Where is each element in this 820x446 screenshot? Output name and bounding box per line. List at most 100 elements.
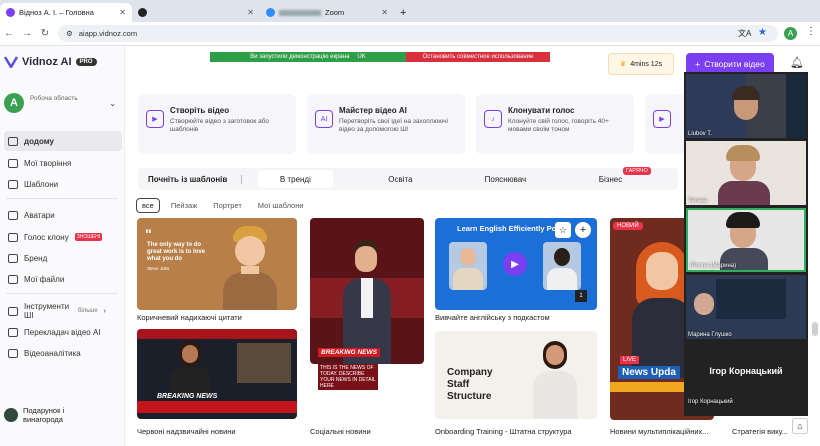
ai-tools-icon [8, 306, 18, 316]
breaking-news-text: BREAKING NEWS [157, 393, 218, 400]
files-icon [8, 274, 18, 284]
feature-create-video[interactable]: ▶ Створіть відео Створюйте відео з загото… [138, 94, 296, 154]
nav-label: Голос клону [24, 232, 69, 242]
profile-avatar[interactable]: A [784, 27, 797, 40]
vidnoz-logo[interactable]: Vidnoz AI PRO [4, 56, 97, 68]
translate-icon[interactable]: 文A [738, 28, 751, 39]
favorite-icon[interactable]: ☆ [555, 222, 571, 238]
logo-text: Vidnoz AI [22, 56, 72, 68]
page-count-badge: 1 [575, 290, 587, 302]
reload-icon[interactable]: ↻ [36, 28, 54, 39]
cartoon-woman [632, 242, 692, 382]
play-button-icon[interactable]: ▶ [503, 252, 527, 276]
tab-2[interactable]: ✕ [132, 3, 260, 22]
nav-home[interactable]: додому [4, 131, 122, 151]
menu-dots-icon[interactable]: ⋮ [806, 26, 816, 37]
card-label: Червоні надзвичайні новини [137, 427, 236, 436]
podcast-host-right [543, 242, 581, 290]
nav-ai-tools[interactable]: Інструменти ШІ більше › [4, 299, 122, 323]
video-tile-tetiana[interactable]: Тетяна [686, 141, 806, 205]
url-field[interactable]: ⚙ aiapp.vidnoz.com [58, 25, 778, 42]
forward-icon[interactable]: → [18, 28, 36, 39]
participant-hair [726, 145, 760, 161]
video-tile-maryna-hlushko[interactable]: Марина Глушко [686, 275, 806, 339]
template-card-staff-structure[interactable]: Company Staff Structure [435, 331, 597, 419]
anchor-woman [169, 341, 211, 397]
voice-icon [8, 232, 18, 242]
new-tab-button[interactable]: + [394, 3, 412, 22]
feature-desc: Створюйте відео з заготовок або шаблонів [170, 118, 270, 133]
tab-vidnoz[interactable]: Відноз А. І. – Головна ✕ [0, 3, 132, 22]
participant-big-name: Ігор Корнацький [709, 366, 783, 376]
plus-icon: + [695, 59, 701, 69]
scrollbar-thumb[interactable] [812, 322, 818, 336]
participant-name: iPhone (Марина) [690, 263, 737, 269]
nav-brand[interactable]: Бренд [4, 248, 122, 268]
feature-desc: Перетворіть свої ідеї на захоплюючі віде… [339, 118, 448, 133]
card-label: Коричневий надихаючі цитати [137, 313, 242, 322]
filter-all[interactable]: все [136, 198, 160, 213]
filter-landscape[interactable]: Пейзаж [166, 199, 202, 212]
video-tile-liubov[interactable]: Liubov T. [686, 74, 806, 138]
tab-zoom[interactable]: Zoom ✕ [260, 3, 394, 22]
template-card-english-podcast[interactable]: Learn English Efficiently Po ▶ ☆ + 1 [435, 218, 597, 310]
bell-icon[interactable]: 🔔︎ [790, 56, 804, 69]
templates-title: Почніть із шаблонів [138, 174, 242, 184]
video-tile-ihor[interactable]: Ігор Корнацький Ігор Корнацький [686, 342, 806, 406]
nav-video-translator[interactable]: Перекладач відео AI [4, 322, 122, 342]
nav-video-analytics[interactable]: Відеоаналітика [4, 343, 122, 363]
zoom-favicon-icon [266, 8, 275, 17]
chevron-right-icon: › [103, 307, 106, 315]
vidnoz-favicon-icon [6, 8, 15, 17]
avatar-icon [8, 210, 18, 220]
gift-rewards[interactable]: Подарунок і винагорода [4, 406, 103, 424]
workspace-label: Робоча область [30, 94, 78, 102]
back-icon[interactable]: ← [0, 28, 18, 39]
template-card-news-anchor[interactable] [310, 218, 424, 364]
quote-mark-icon: " [145, 226, 152, 242]
template-card-quotes[interactable]: " The only way to do great work is to lo… [137, 218, 297, 310]
feature-ai-video-wizard[interactable]: AI Майстер відео AI Перетворіть свої ідеї… [307, 94, 465, 154]
close-tab-icon[interactable]: ✕ [381, 8, 388, 17]
template-filters: все Пейзаж Портрет Мої шаблони [136, 198, 309, 213]
close-tab-icon[interactable]: ✕ [247, 8, 254, 17]
crown-icon: ♛ [619, 61, 627, 68]
feature-title: Клонувати голос [508, 106, 575, 115]
participant-name: Ігор Корнацький [688, 399, 733, 405]
nav-label: Мої файли [24, 274, 65, 284]
stop-sharing-button[interactable]: Остановить совместное использование [406, 52, 550, 62]
nav-avatars[interactable]: Аватари [4, 205, 122, 225]
filter-portrait[interactable]: Портрет [208, 199, 247, 212]
video-tile-maryna-iphone[interactable]: iPhone (Марина) [686, 208, 806, 272]
close-tab-icon[interactable]: ✕ [119, 8, 126, 17]
timer-badge: ♛ 4mins 12s [608, 53, 674, 75]
tab-education[interactable]: Освіта [363, 170, 438, 188]
template-card-red-breaking-news[interactable]: BREAKING NEWS [137, 329, 297, 419]
workspace-switcher[interactable]: A Робоча область ⌄ [4, 92, 116, 114]
feature-4[interactable]: ▶ [645, 94, 685, 154]
nav-label: Шаблони [24, 179, 59, 189]
nav-templates[interactable]: Шаблони [4, 174, 122, 194]
filter-my-templates[interactable]: Мої шаблони [253, 199, 309, 212]
bookmark-star-icon[interactable]: ★ [758, 27, 767, 38]
site-info-icon[interactable]: ⚙ [66, 29, 73, 38]
tab-trending[interactable]: В тренді [257, 170, 333, 188]
nav-voice-clone[interactable]: Голос клону ЗНОШЕНІ [4, 227, 122, 247]
gift-float-icon[interactable]: ⌂ [792, 418, 808, 434]
sidebar-divider [6, 198, 118, 199]
translate-video-icon [8, 327, 18, 337]
news-header-bar [137, 329, 297, 339]
feature-desc: Клонуйте свій голос, говоріть 40+ мовами… [508, 118, 609, 133]
nav-label: Аватари [24, 210, 55, 220]
feature-clone-voice[interactable]: ♪ Клонувати голос Клонуйте свій голос, го… [476, 94, 634, 154]
more-label: більше [78, 308, 98, 314]
quote-text: The only way to do great work is to love… [147, 242, 206, 262]
nav-my-files[interactable]: Мої файли [4, 269, 122, 289]
add-icon[interactable]: + [575, 222, 591, 238]
play-icon: ▶ [653, 110, 671, 128]
discount-badge: ЗНОШЕНІ [74, 233, 103, 241]
sidebar: Vidnoz AI PRO A Робоча область ⌄ додому … [0, 46, 125, 446]
tab-explainer[interactable]: Пояснювач [468, 170, 543, 188]
nav-my-creations[interactable]: Мої творіння [4, 153, 122, 173]
chevron-down-icon[interactable]: ⌄ [109, 99, 116, 108]
